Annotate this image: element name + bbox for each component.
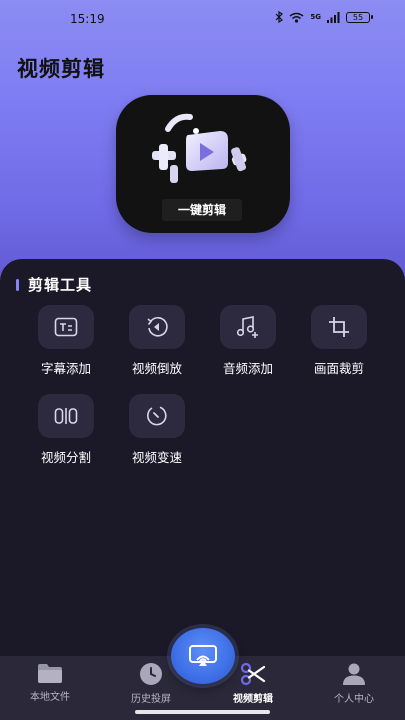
screen-cast-button[interactable] [171,628,235,684]
one-click-edit-button[interactable]: 一键剪辑 [162,199,242,221]
tool-icon-tile [38,305,94,349]
wifi-icon [289,12,304,23]
split-icon [54,408,78,424]
tool-label: 视频变速 [131,450,182,465]
clock-icon [140,663,162,685]
tool-audio-add[interactable]: 音频添加 [213,305,283,377]
tools-section-header: 剪辑工具 [16,274,92,295]
folder-icon [38,664,62,683]
page-title: 视频剪辑 [17,57,105,81]
nav-label: 历史投屏 [131,694,171,705]
nav-label: 本地文件 [30,692,70,703]
crop-icon [329,317,349,337]
tool-video-speed[interactable]: 视频变速 [122,394,192,466]
tool-frame-crop[interactable]: 画面裁剪 [304,305,374,377]
cast-icon [189,645,217,666]
nav-label: 个人中心 [334,694,374,705]
tool-label: 视频倒放 [131,361,182,376]
tool-icon-tile [38,394,94,438]
one-click-edit-card[interactable]: 一键剪辑 [116,95,290,233]
tool-label: 字幕添加 [40,361,91,376]
nav-item-profile[interactable]: 个人中心 [314,662,394,705]
home-indicator [135,710,270,714]
tool-icon-tile [129,305,185,349]
tool-label: 画面裁剪 [313,361,364,376]
battery-level: 55 [346,11,370,23]
battery-indicator: 55 [346,11,373,23]
tool-subtitle-add[interactable]: 字幕添加 [31,305,101,377]
status-icons: 5G 55 [275,11,373,23]
tool-label: 音频添加 [222,361,273,376]
tool-label: 视频分割 [40,450,91,465]
tool-icon-tile [129,394,185,438]
video-edit-illustration-icon [152,113,247,183]
subtitle-icon [54,317,78,337]
section-accent-bar [16,278,19,291]
tool-video-reverse[interactable]: 视频倒放 [122,305,192,377]
network-label: 5G [310,13,321,21]
nav-label: 视频剪辑 [233,694,273,705]
section-title: 剪辑工具 [28,276,93,294]
reverse-icon [147,316,168,337]
signal-icon [327,11,340,23]
scissors-icon [240,662,266,686]
status-bar: 15:19 5G 55 [0,0,405,38]
tool-icon-tile [311,305,367,349]
bluetooth-icon [275,11,284,23]
music-add-icon [236,316,258,338]
user-icon [343,663,365,685]
tool-icon-tile [220,305,276,349]
status-time: 15:19 [70,12,105,26]
tool-video-split[interactable]: 视频分割 [31,394,101,466]
nav-item-local-files[interactable]: 本地文件 [10,662,90,703]
speed-icon [147,406,167,426]
